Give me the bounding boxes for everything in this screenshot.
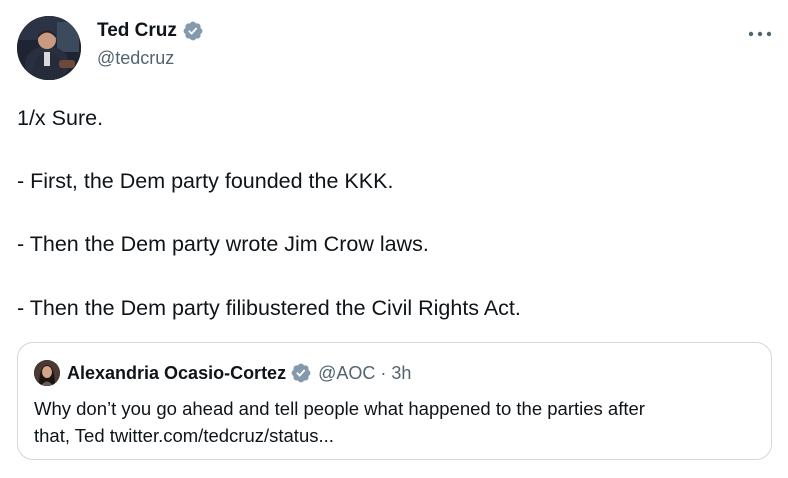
quoted-tweet-text: Why don’t you go ahead and tell people w… bbox=[34, 395, 754, 449]
quoted-author-handle: @AOC bbox=[318, 362, 376, 383]
quoted-tweet-header: Alexandria Ocasio-Cortez @AOC · 3h bbox=[34, 360, 411, 386]
author-name-row[interactable]: Ted Cruz bbox=[97, 20, 204, 42]
verified-badge-icon bbox=[182, 20, 204, 42]
tweet-line: 1/x Sure. bbox=[17, 106, 104, 130]
quoted-timestamp: 3h bbox=[391, 362, 412, 383]
author-display-name[interactable]: Ted Cruz bbox=[97, 20, 177, 42]
author-avatar[interactable] bbox=[17, 16, 81, 80]
more-options-button[interactable] bbox=[744, 22, 776, 46]
tweet-line-blank bbox=[17, 135, 757, 167]
quoted-text-line: Why don’t you go ahead and tell people w… bbox=[34, 398, 645, 419]
author-handle[interactable]: @tedcruz bbox=[97, 48, 174, 69]
quoted-text-line: that, Ted twitter.com/tedcruz/status... bbox=[34, 425, 334, 446]
quoted-separator: · bbox=[380, 362, 387, 383]
quoted-tweet-card[interactable]: Alexandria Ocasio-Cortez @AOC · 3h Why d… bbox=[17, 342, 772, 460]
quoted-author-avatar bbox=[34, 360, 60, 386]
tweet-line-blank bbox=[17, 261, 757, 293]
tweet-line: - First, the Dem party founded the KKK. bbox=[17, 169, 394, 194]
tweet-line: - Then the Dem party wrote Jim Crow laws… bbox=[17, 232, 429, 257]
quoted-author-name: Alexandria Ocasio-Cortez bbox=[67, 362, 287, 383]
tweet-line: - Then the Dem party filibustered the Ci… bbox=[17, 295, 521, 320]
tweet-line-blank bbox=[17, 198, 757, 230]
tweet-text: 1/x Sure. - First, the Dem party founded… bbox=[17, 103, 757, 324]
verified-badge-icon bbox=[290, 362, 312, 384]
more-options-icon bbox=[748, 31, 772, 37]
